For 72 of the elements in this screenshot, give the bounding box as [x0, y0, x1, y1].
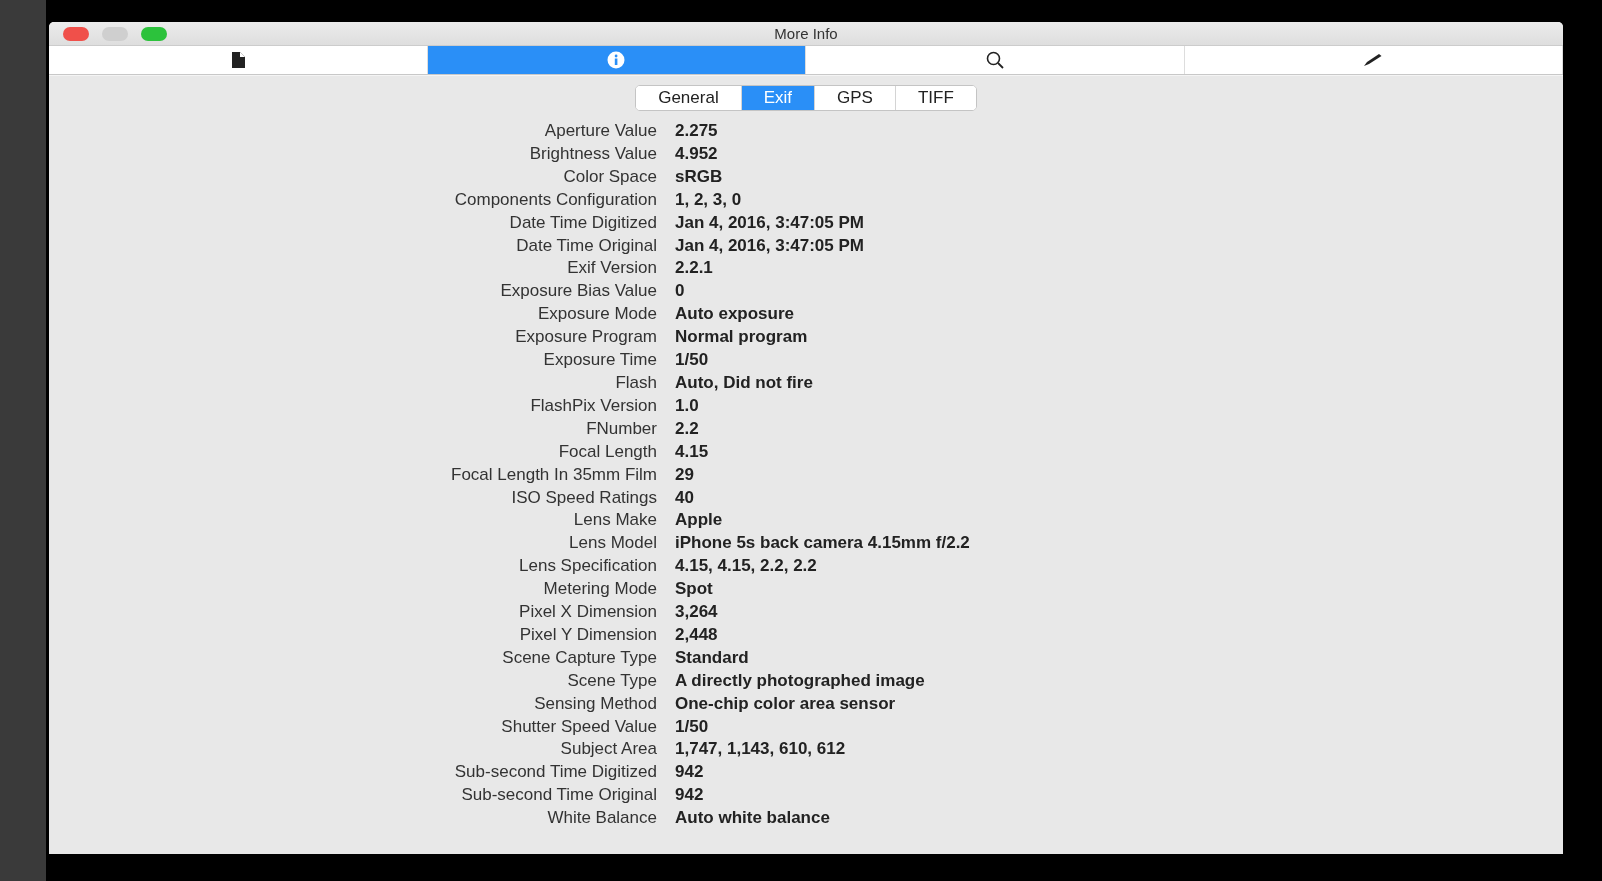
property-value: One-chip color area sensor	[675, 692, 897, 715]
property-value: Apple	[675, 509, 724, 532]
property-label: Exposure Mode	[536, 303, 657, 326]
property-label: Aperture Value	[543, 120, 657, 142]
property-label: Exposure Bias Value	[499, 280, 657, 303]
property-label: Exif Version	[566, 257, 657, 280]
property-value: 0	[675, 280, 686, 303]
close-button[interactable]	[63, 27, 89, 41]
property-label: Focal Length In 35mm Film	[450, 463, 657, 486]
property-value: 942	[675, 761, 705, 784]
property-value: Normal program	[675, 326, 809, 349]
property-label: FlashPix Version	[529, 394, 657, 417]
property-value: Jan 4, 2016, 3:47:05 PM	[675, 234, 865, 257]
property-label: Subject Area	[559, 738, 657, 761]
property-label: Pixel Y Dimension	[518, 623, 657, 646]
property-value: 2.2	[675, 417, 700, 440]
property-label: Pixel X Dimension	[518, 601, 657, 624]
property-label: Scene Capture Type	[501, 646, 657, 669]
property-label: Sub-second Time Original	[460, 784, 657, 807]
property-label: Shutter Speed Value	[500, 715, 657, 738]
property-label: Sub-second Time Digitized	[453, 761, 657, 784]
property-value: sRGB	[675, 165, 724, 188]
search-icon	[985, 51, 1004, 69]
property-label: Scene Type	[566, 669, 657, 692]
property-value: 40	[675, 486, 695, 509]
property-label: Sensing Method	[533, 692, 657, 715]
property-label: Lens Model	[568, 532, 657, 555]
property-value: 2.275	[675, 120, 719, 142]
property-label: Lens Specification	[518, 555, 657, 578]
property-label: Components Configuration	[453, 188, 657, 211]
property-value: 1/50	[675, 715, 710, 738]
property-label: Exposure Time	[542, 349, 657, 372]
property-value: Auto exposure	[675, 303, 796, 326]
property-value: 4.15	[675, 440, 710, 463]
property-value: 3,264	[675, 601, 719, 624]
segment-tab[interactable]: General	[636, 86, 742, 110]
property-label: Date Time Original	[515, 234, 657, 257]
property-value: 1.0	[675, 394, 700, 417]
property-label: Color Space	[562, 165, 657, 188]
property-label: Metering Mode	[542, 578, 657, 601]
property-value: Standard	[675, 646, 750, 669]
property-value: 1/50	[675, 349, 710, 372]
property-label: Focal Length	[557, 440, 657, 463]
property-value: Auto white balance	[675, 807, 831, 830]
property-value: 1, 2, 3, 0	[675, 188, 743, 211]
property-label: ISO Speed Ratings	[510, 486, 657, 509]
window-title: More Info	[774, 25, 838, 42]
info-icon	[607, 51, 626, 69]
property-label: Exposure Program	[514, 326, 657, 349]
property-value: 4.952	[675, 142, 719, 165]
property-value: Jan 4, 2016, 3:47:05 PM	[675, 211, 865, 234]
property-label: Flash	[614, 371, 657, 394]
property-value: 1,747, 1,143, 610, 612	[675, 738, 847, 761]
property-value: Spot	[675, 578, 714, 601]
property-label: White Balance	[546, 807, 657, 830]
document-icon	[230, 52, 245, 68]
property-value: 4.15, 4.15, 2.2, 2.2	[675, 555, 818, 578]
property-value: Auto, Did not fire	[675, 371, 814, 394]
property-label: FNumber	[585, 417, 657, 440]
property-label: Lens Make	[572, 509, 657, 532]
minimize-button[interactable]	[102, 27, 128, 41]
zoom-button[interactable]	[141, 27, 167, 41]
property-value: 942	[675, 784, 705, 807]
property-label: Brightness Value	[528, 142, 657, 165]
property-value: 2.2.1	[675, 257, 714, 280]
toolbar-tab[interactable]	[427, 46, 806, 74]
pencil-icon	[1363, 53, 1384, 67]
property-value: 2,448	[675, 623, 719, 646]
property-value: A directly photographed image	[675, 669, 926, 692]
property-label: Date Time Digitized	[508, 211, 657, 234]
property-value: 29	[675, 463, 695, 486]
property-value: iPhone 5s back camera 4.15mm f/2.2	[675, 532, 971, 555]
